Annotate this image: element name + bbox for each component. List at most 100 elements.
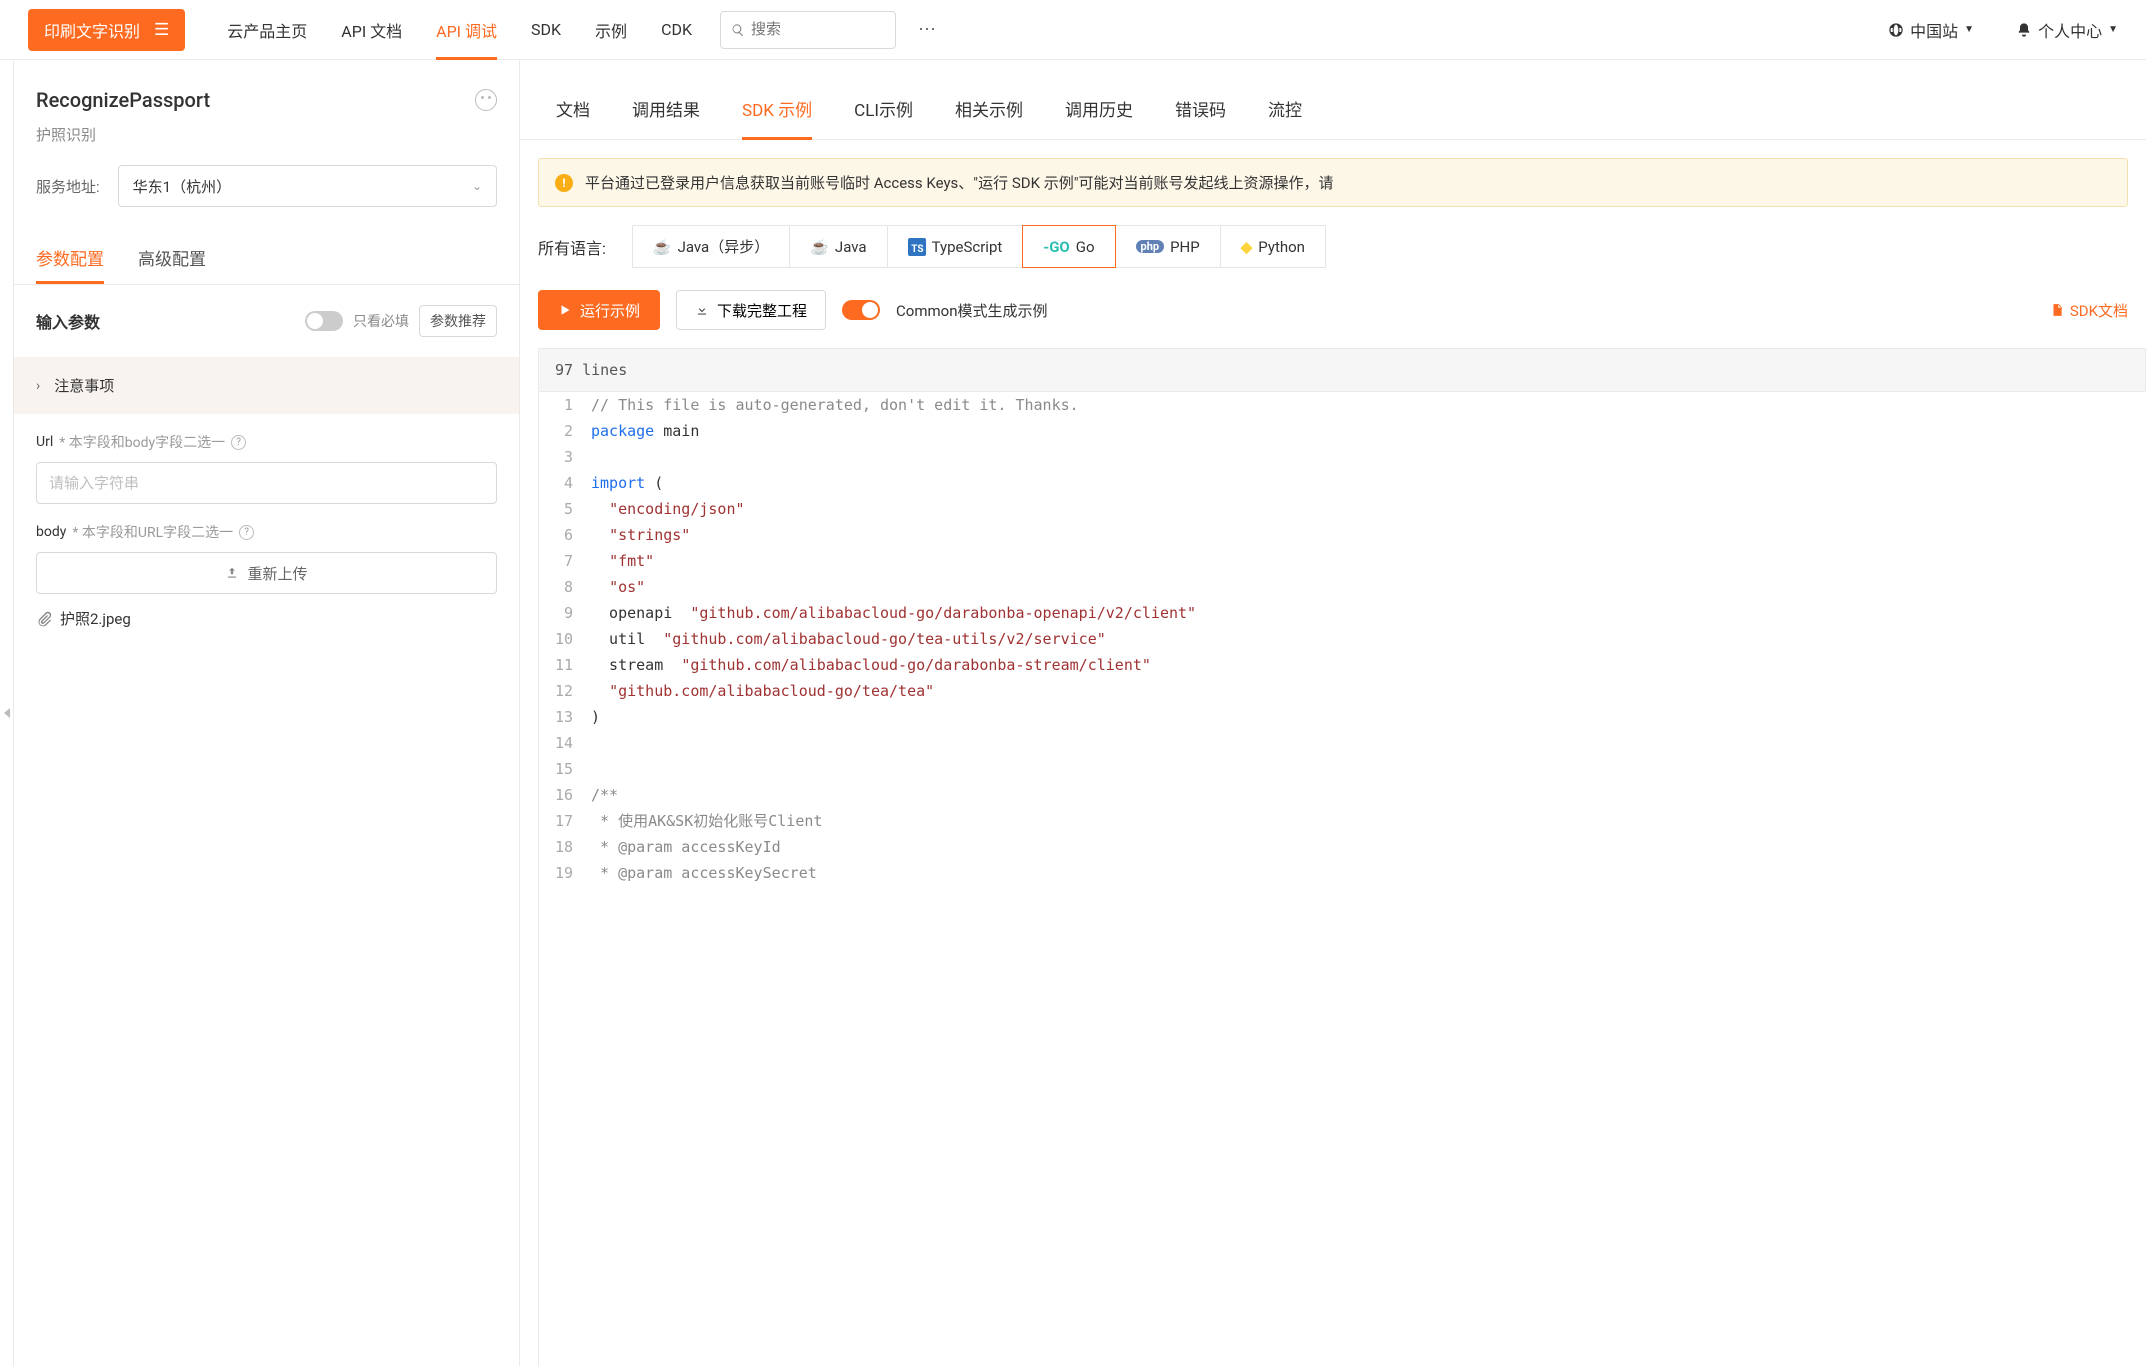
lang-chip[interactable]: -GO Go [1022, 225, 1115, 268]
reupload-label: 重新上传 [247, 563, 307, 584]
product-chip[interactable]: 印刷文字识别 ☰ [28, 9, 185, 51]
search-input[interactable] [751, 21, 885, 38]
params-title: 输入参数 [36, 309, 100, 333]
bell-icon [2016, 22, 2032, 38]
lang-chip[interactable]: ☕ Java [789, 225, 886, 268]
more-icon[interactable]: ⋯ [918, 19, 938, 40]
run-button[interactable]: 运行示例 [538, 290, 660, 330]
code-line: 4import ( [539, 470, 2146, 496]
chevron-down-icon: ⌄ [472, 179, 482, 193]
code-line: 3 [539, 444, 2146, 470]
code-line: 10 util "github.com/alibabacloud-go/tea-… [539, 626, 2146, 652]
nav-item[interactable]: 示例 [595, 0, 627, 59]
code-line: 6 "strings" [539, 522, 2146, 548]
region-label: 中国站 [1910, 18, 1958, 42]
sdk-docs-link[interactable]: SDK文档 [2050, 300, 2128, 321]
feedback-icon[interactable] [475, 89, 497, 111]
nav-item[interactable]: 云产品主页 [227, 0, 307, 59]
api-desc: 护照识别 [36, 124, 497, 145]
code-line: 15 [539, 756, 2146, 782]
code-line: 19 * @param accessKeySecret [539, 860, 2146, 886]
notice-bar[interactable]: › 注意事项 [14, 357, 519, 414]
nav-item[interactable]: CDK [661, 0, 692, 59]
code-line: 5 "encoding/json" [539, 496, 2146, 522]
nav-item[interactable]: SDK [531, 0, 561, 59]
search-box[interactable] [720, 11, 896, 49]
mode-label: Common模式生成示例 [896, 300, 1047, 321]
top-header: 印刷文字识别 ☰ 云产品主页 API 文档 API 调试 SDK 示例 CDK ⋯ 中国站… [0, 0, 2146, 60]
url-input[interactable] [36, 462, 497, 504]
product-name: 印刷文字识别 [44, 18, 140, 42]
code-area[interactable]: 1// This file is auto-generated, don't e… [538, 392, 2146, 1366]
right-tab[interactable]: 调用历史 [1065, 84, 1133, 139]
warning-text: 平台通过已登录用户信息获取当前账号临时 Access Keys、"运行 SDK … [585, 172, 1334, 193]
doc-icon [2050, 303, 2064, 317]
left-tab[interactable]: 参数配置 [36, 231, 104, 284]
download-button[interactable]: 下载完整工程 [676, 290, 826, 330]
endpoint-label: 服务地址: [36, 176, 100, 197]
run-label: 运行示例 [580, 300, 640, 321]
reupload-button[interactable]: 重新上传 [36, 552, 497, 594]
header-right: 中国站 ▼ 个人中心 ▼ [1888, 18, 2118, 42]
field-url-hint: * 本字段和body字段二选一 [59, 432, 225, 452]
language-row: 所有语言: ☕ Java（异步）☕ JavaTS TypeScript-GO G… [538, 225, 2128, 268]
mode-toggle[interactable] [842, 300, 880, 320]
nav-item[interactable]: API 调试 [436, 0, 497, 59]
upload-icon [225, 566, 239, 580]
field-body-hint: * 本字段和URL字段二选一 [72, 522, 233, 542]
code-line: 9 openapi "github.com/alibabacloud-go/da… [539, 600, 2146, 626]
api-name: RecognizePassport [36, 88, 210, 112]
toolbar: 运行示例 下载完整工程 Common模式生成示例 SDK文档 [538, 290, 2128, 330]
right-tab[interactable]: 调用结果 [632, 84, 700, 139]
user-center[interactable]: 个人中心 ▼ [2016, 18, 2118, 42]
field-url-name: Url [36, 434, 53, 450]
endpoint-select[interactable]: 华东1（杭州） ⌄ [118, 165, 497, 207]
code-line: 14 [539, 730, 2146, 756]
lang-chips: ☕ Java（异步）☕ JavaTS TypeScript-GO Gophp P… [632, 225, 1326, 268]
right-panel: 文档调用结果SDK 示例CLI示例相关示例调用历史错误码流控 ! 平台通过已登录… [520, 60, 2146, 1366]
only-required-label: 只看必填 [353, 311, 409, 331]
right-tab[interactable]: CLI示例 [854, 84, 913, 139]
lang-chip[interactable]: ☕ Java（异步） [632, 225, 789, 268]
main: RecognizePassport 护照识别 服务地址: 华东1（杭州） ⌄ 参… [0, 60, 2146, 1366]
lang-chip[interactable]: TS TypeScript [887, 225, 1023, 268]
help-icon[interactable]: ? [239, 525, 254, 540]
code-line: 16/** [539, 782, 2146, 808]
only-required-toggle[interactable] [305, 311, 343, 331]
chevron-down-icon: ▼ [1964, 24, 1974, 35]
notice-title: 注意事项 [54, 375, 114, 396]
code-line: 8 "os" [539, 574, 2146, 600]
field-body-name: body [36, 524, 66, 540]
chevron-right-icon: › [36, 378, 40, 394]
lang-chip[interactable]: php PHP [1116, 225, 1220, 268]
right-tab[interactable]: 相关示例 [955, 84, 1023, 139]
right-tab[interactable]: 文档 [556, 84, 590, 139]
download-icon [695, 303, 709, 317]
code-line: 12 "github.com/alibabacloud-go/tea/tea" [539, 678, 2146, 704]
top-nav: 云产品主页 API 文档 API 调试 SDK 示例 CDK [227, 0, 692, 59]
code-line: 17 * 使用AK&SK初始化账号Client [539, 808, 2146, 834]
lang-chip[interactable]: ◆ Python [1220, 225, 1326, 268]
right-tab[interactable]: 流控 [1268, 84, 1302, 139]
chevron-down-icon: ▼ [2108, 24, 2118, 35]
help-icon[interactable]: ? [231, 435, 246, 450]
code-line: 18 * @param accessKeyId [539, 834, 2146, 860]
file-chip[interactable]: 护照2.jpeg [36, 608, 497, 629]
code-line: 11 stream "github.com/alibabacloud-go/da… [539, 652, 2146, 678]
nav-item[interactable]: API 文档 [341, 0, 402, 59]
region-switcher[interactable]: 中国站 ▼ [1888, 18, 1974, 42]
right-tab[interactable]: SDK 示例 [742, 84, 812, 139]
user-center-label: 个人中心 [2038, 18, 2102, 42]
globe-icon [1888, 22, 1904, 38]
play-icon [558, 303, 572, 317]
menu-icon: ☰ [154, 20, 169, 40]
collapse-rail[interactable] [0, 60, 14, 1366]
left-panel: RecognizePassport 护照识别 服务地址: 华东1（杭州） ⌄ 参… [14, 60, 520, 1366]
params-header: 输入参数 只看必填 参数推荐 [14, 285, 519, 357]
recommend-button[interactable]: 参数推荐 [419, 305, 497, 337]
right-tab[interactable]: 错误码 [1175, 84, 1226, 139]
code-header: 97 lines [538, 348, 2146, 392]
left-tab[interactable]: 高级配置 [138, 231, 206, 284]
attachment-icon [36, 611, 52, 627]
field-url: Url * 本字段和body字段二选一 ? [14, 414, 519, 504]
